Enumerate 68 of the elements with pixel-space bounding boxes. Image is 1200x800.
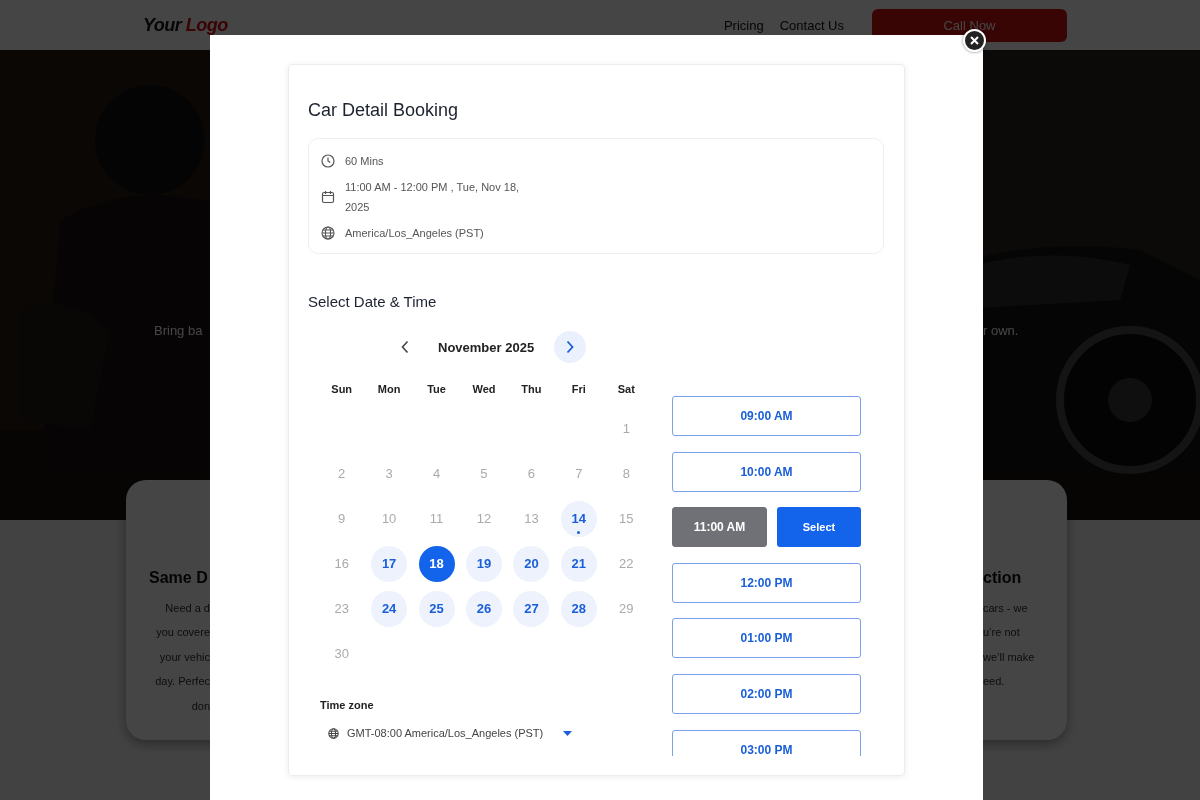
- day-button[interactable]: 17: [371, 545, 408, 582]
- day-button[interactable]: 20: [513, 545, 550, 582]
- day-number: 11: [428, 510, 445, 528]
- chevron-right-icon: [565, 340, 576, 354]
- detail-text: America/Los_Angeles (PST): [345, 226, 484, 241]
- day-number: 12: [475, 510, 493, 528]
- day-number: 9: [337, 510, 347, 528]
- weekday-label: Sun: [331, 382, 353, 397]
- weekday-label: Thu: [521, 382, 542, 397]
- detail-text: 11:00 AM - 12:00 PM , Tue, Nov 18, 2025: [345, 180, 521, 215]
- time-slot-button[interactable]: 03:00 PM: [672, 729, 861, 756]
- time-slot-button[interactable]: 01:00 PM: [672, 618, 861, 659]
- field-label: Time zone: [319, 698, 375, 713]
- close-icon: [970, 36, 979, 45]
- day-number: 22: [618, 555, 635, 573]
- day-button[interactable]: 14: [560, 500, 597, 537]
- booking-title: Car Detail Booking: [308, 99, 460, 122]
- time-slot-button[interactable]: 12:00 PM: [672, 562, 861, 603]
- day-number: 4: [431, 465, 442, 483]
- select-button[interactable]: Select: [777, 507, 861, 548]
- day-number: 2: [337, 465, 347, 483]
- day-number: 6: [526, 465, 537, 483]
- weekday-label: Mon: [377, 382, 401, 397]
- day-number: 16: [333, 555, 350, 573]
- day-number: 10: [380, 510, 398, 528]
- day-button[interactable]: 21: [560, 545, 597, 582]
- card-title: ction: [983, 568, 1023, 588]
- weekday-label: Sat: [617, 382, 635, 397]
- globe-icon: [321, 226, 335, 240]
- time-slot-button[interactable]: 11:00 AM: [672, 507, 767, 548]
- day-number: 30: [333, 645, 350, 663]
- caret-icon: [563, 730, 573, 736]
- day-number: 23: [333, 600, 350, 618]
- day-number: 13: [523, 510, 540, 528]
- globe-icon: [328, 727, 339, 739]
- time-slot-button[interactable]: 09:00 AM: [672, 396, 861, 436]
- day-number: 15: [618, 510, 635, 528]
- calendar-icon: [321, 190, 335, 204]
- section-title: Select Date & Time: [308, 292, 438, 312]
- card-text: day. Perfec: [154, 674, 210, 690]
- card-text: don: [190, 698, 210, 714]
- hero-text: r own.: [983, 322, 1020, 340]
- day-number: 8: [621, 465, 631, 483]
- next-month-button[interactable]: [554, 331, 587, 363]
- weekday-label: Wed: [472, 382, 496, 397]
- day-button[interactable]: 27: [513, 590, 550, 627]
- card-title: Same D: [148, 568, 209, 588]
- day-number: 3: [384, 465, 394, 483]
- time-slot-button[interactable]: 02:00 PM: [672, 673, 861, 714]
- month-label: November 2025: [438, 339, 535, 355]
- day-number: 29: [618, 600, 635, 618]
- day-button[interactable]: 18: [418, 545, 455, 582]
- time-slot-button[interactable]: 10:00 AM: [672, 451, 861, 492]
- weekday-label: Tue: [427, 382, 446, 397]
- day-button[interactable]: 26: [466, 590, 502, 627]
- hero-text: Bring ba: [154, 322, 204, 340]
- day-number: 7: [574, 465, 584, 483]
- clock-icon: [321, 154, 335, 168]
- day-number: 1: [621, 420, 631, 438]
- day-button[interactable]: 28: [560, 590, 597, 627]
- chevron-left-icon[interactable]: [400, 340, 410, 354]
- day-button[interactable]: 25: [418, 590, 455, 627]
- timezone-dropdown[interactable]: GMT-08:00 America/Los_Angeles (PST): [328, 723, 588, 743]
- day-button[interactable]: 24: [371, 590, 408, 627]
- day-button[interactable]: 19: [466, 545, 502, 582]
- day-number: 5: [479, 465, 489, 483]
- detail-text: 60 Mins: [345, 154, 384, 169]
- weekday-label: Fri: [571, 382, 586, 397]
